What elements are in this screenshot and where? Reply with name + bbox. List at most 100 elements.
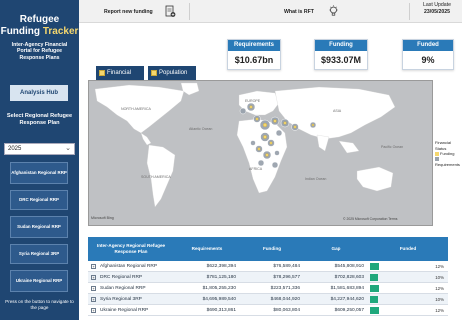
kpi-requirements-label: Requirements (228, 40, 280, 51)
map-label-atlantic: Atlantic Ocean (189, 127, 213, 131)
brand-line-2b: Tracker (42, 26, 79, 37)
col-header-funded[interactable]: Funded (368, 237, 448, 261)
cell-funding: $468,044,920 (270, 297, 300, 302)
map-label-asia: ASIA (333, 109, 342, 113)
cell-plan: Sudan Regional RRP (100, 286, 146, 291)
funded-pct: 12% (435, 264, 444, 269)
world-map-svg (94, 81, 432, 225)
funded-pct: 10% (435, 275, 444, 280)
table-row[interactable]: + Ukraine Regional RRP $690,313,861 $80,063… (88, 305, 448, 316)
cell-gap: $609,250,057 (334, 308, 364, 313)
map-copyright[interactable]: © 2025 Microsoft Corporation Terms (343, 217, 397, 221)
funded-bar: 12% (370, 307, 446, 314)
map-label-indian: Indian Ocean (305, 177, 327, 181)
expand-icon[interactable]: + (91, 264, 96, 269)
what-is-rft-link[interactable]: What is RFT (284, 0, 314, 23)
col-header-gap[interactable]: Gap (304, 237, 368, 261)
tab-population[interactable]: Population (148, 66, 196, 80)
expand-icon[interactable]: + (91, 297, 96, 302)
cell-gap: $702,828,603 (334, 275, 364, 280)
expand-icon[interactable]: + (91, 286, 96, 291)
funded-bar-fill (370, 296, 378, 303)
funded-pct: 12% (435, 308, 444, 313)
brand-line-2a: Funding (0, 26, 43, 37)
cell-funding: $78,296,577 (273, 275, 300, 280)
kpi-funded-label: Funded (403, 40, 453, 51)
table-row[interactable]: + DRC Regional RRP $781,125,180 $78,296,577… (88, 272, 448, 283)
cell-plan: DRC Regional RRP (100, 275, 143, 280)
kpi-requirements: Requirements $10.67bn (227, 39, 281, 70)
cell-requirements: $690,313,861 (206, 308, 236, 313)
col-header-funding[interactable]: Funding (240, 237, 304, 261)
tab-financial[interactable]: Financial (96, 66, 144, 80)
kpi-funding: Funding $933.07M (314, 39, 368, 70)
year-value: 2025 (8, 146, 22, 152)
cell-funding: $76,589,484 (273, 264, 300, 269)
chevron-down-icon: ⌄ (65, 145, 71, 152)
table-row[interactable]: + Syria Regional 3RP $4,695,989,540 $468,04… (88, 294, 448, 305)
legend-funding-swatch (435, 151, 439, 156)
cell-plan: Ukraine Regional RRP (100, 308, 149, 313)
legend-title: Financial Status (435, 140, 452, 151)
expand-icon[interactable]: + (91, 275, 96, 280)
lightbulb-icon[interactable] (328, 0, 339, 23)
topbar-divider (409, 3, 410, 20)
analysis-hub-button[interactable]: Analysis Hub (10, 85, 68, 101)
tab-population-label: Population (159, 70, 188, 76)
map-label-europe: EUROPE (245, 99, 261, 103)
brand-line-2: Funding Tracker (0, 26, 79, 38)
table-row[interactable]: + Afghanistan Regional RRP $622,398,394 $76… (88, 261, 448, 272)
map-legend: Financial Status Funding Requirements (435, 140, 462, 168)
legend-requirements: Requirements (435, 157, 462, 168)
report-funding-link[interactable]: Report new funding (104, 0, 153, 23)
portal-subtitle: Inter-Agency Financial Portal for Refuge… (11, 42, 68, 61)
plan-button-afghanistan[interactable]: Afghanistan Regional RRP (10, 162, 68, 184)
topbar-divider (189, 3, 190, 20)
table-row[interactable]: + Sudan Regional RRP $1,805,255,230 $223,57… (88, 283, 448, 294)
legend-requirements-label: Requirements (435, 162, 460, 167)
cell-plan: Syria Regional 3RP (100, 297, 142, 302)
cell-funding: $80,063,804 (273, 308, 300, 313)
last-update: Last Update 23/05/2025 (413, 2, 461, 16)
last-update-label: Last Update (423, 2, 451, 8)
cell-requirements: $1,805,255,230 (202, 286, 236, 291)
plan-button-sudan[interactable]: Sudan Regional RRP (10, 216, 68, 238)
expand-icon[interactable]: + (91, 308, 96, 313)
col-header-plan[interactable]: Inter-Agency Regional Refugee Response P… (88, 237, 174, 261)
brand-line-1: Refugee (19, 14, 60, 25)
world-map[interactable]: NORTH AMERICA SOUTH AMERICA EUROPE ASIA … (88, 80, 433, 226)
cell-gap: $545,808,910 (334, 264, 364, 269)
cell-requirements: $781,125,180 (206, 275, 236, 280)
checkbox-icon (99, 70, 105, 76)
plan-select-label: Select Regional Refugee Response Plan (6, 113, 73, 126)
table-header: Inter-Agency Regional Refugee Response P… (88, 237, 448, 261)
funded-bar-fill (370, 285, 379, 292)
plan-button-ukraine[interactable]: Ukraine Regional RRP (10, 270, 68, 292)
plan-button-syria[interactable]: Syria Regional 3RP (10, 244, 68, 264)
cell-gap: $4,227,944,620 (330, 297, 364, 302)
plan-button-drc[interactable]: DRC Regional RRP (10, 190, 68, 210)
report-funding-icon[interactable] (165, 0, 176, 23)
map-label-north-america: NORTH AMERICA (121, 107, 151, 111)
col-header-requirements[interactable]: Requirements (174, 237, 240, 261)
bing-logo: Microsoft Bing (91, 216, 114, 220)
cell-plan: Afghanistan Regional RRP (100, 264, 158, 269)
dashboard: Refugee Funding Tracker Inter-Agency Fin… (0, 0, 462, 320)
funded-bar: 12% (370, 285, 446, 292)
kpi-funded: Funded 9% (402, 39, 454, 70)
map-label-africa: AFRICA (249, 167, 263, 171)
last-update-date: 23/05/2025 (424, 9, 450, 15)
funded-bar: 12% (370, 263, 446, 270)
funded-bar-fill (370, 307, 379, 314)
kpi-funded-value: 9% (421, 55, 435, 65)
cell-requirements: $4,695,989,540 (202, 297, 236, 302)
sidebar: Refugee Funding Tracker Inter-Agency Fin… (0, 0, 79, 320)
checkbox-icon (151, 70, 157, 76)
kpi-funding-value: $933.07M (320, 55, 362, 65)
kpi-requirements-value: $10.67bn (234, 55, 274, 65)
year-dropdown[interactable]: 2025 ⌄ (4, 143, 75, 155)
brand-title: Refugee Funding Tracker (0, 14, 79, 38)
funded-bar-fill (370, 274, 378, 281)
map-label-south-america: SOUTH AMERICA (141, 175, 171, 179)
press-note: Press on the button to navigate to the p… (5, 299, 74, 310)
